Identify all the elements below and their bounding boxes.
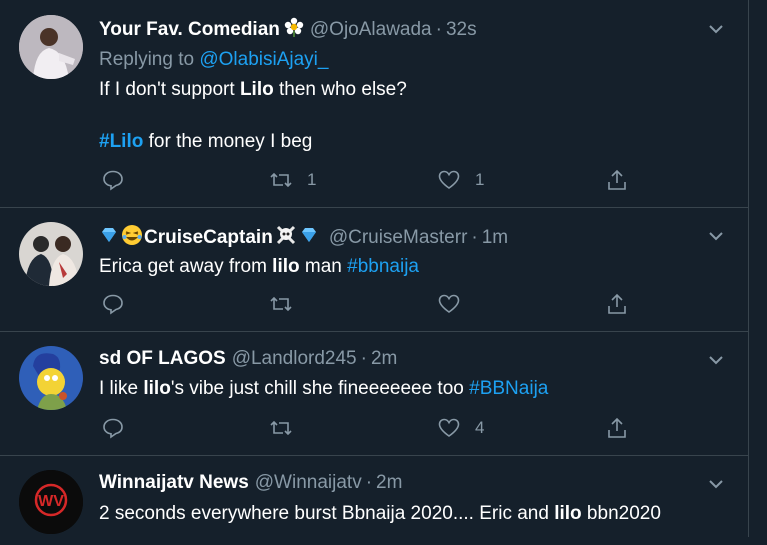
chevron-down-icon[interactable]: [706, 19, 726, 39]
tweet-actions: [99, 291, 639, 317]
retweet-button[interactable]: [269, 291, 307, 317]
separator-dot: ·: [471, 227, 478, 248]
hashtag-link[interactable]: #bbnaija: [347, 256, 419, 277]
tweet[interactable]: WV Winnaijatv News @Winnaijatv · 2m 2 se…: [0, 455, 748, 545]
retweet-icon: [270, 172, 292, 188]
replying-handle-link[interactable]: @OlabisiAjayi_: [199, 49, 328, 70]
retweet-button[interactable]: [269, 415, 307, 441]
squinting-face-emoji: [121, 224, 143, 252]
text-bold: lilo: [143, 378, 171, 399]
share-icon: [608, 293, 626, 314]
share-button[interactable]: [605, 167, 629, 193]
tweet-text: 2 seconds everywhere burst Bbnaija 2020.…: [99, 503, 661, 525]
reply-button[interactable]: [101, 415, 125, 441]
share-icon: [608, 169, 626, 190]
tweet-header: sd OF LAGOS @Landlord245 · 2m: [99, 348, 688, 370]
replying-to: Replying to @OlabisiAjayi_: [99, 49, 328, 71]
separator-dot: ·: [365, 472, 373, 493]
reply-button[interactable]: [101, 291, 125, 317]
hashtag-link[interactable]: #BBNaija: [469, 378, 548, 399]
text-segment: then who else?: [273, 79, 407, 100]
tweet[interactable]: sd OF LAGOS @Landlord245 · 2m I like lil…: [0, 331, 748, 456]
tweet-header: CruiseCaptain @CruiseMasterr · 1m: [99, 224, 688, 252]
tweet-actions: 4: [99, 415, 639, 441]
hashtag-link[interactable]: #Lilo: [99, 131, 143, 152]
reply-icon: [103, 294, 123, 315]
avatar[interactable]: [19, 222, 83, 286]
timestamp[interactable]: 2m: [371, 348, 397, 370]
scrollbar-track[interactable]: [748, 0, 767, 537]
tweet[interactable]: Your Fav. Comedian @OjoAlawada · 32s Rep…: [0, 0, 748, 208]
text-bold: lilo: [272, 256, 300, 277]
separator-dot: ·: [360, 348, 367, 369]
retweet-count: 1: [307, 170, 317, 189]
like-count: 1: [475, 170, 485, 189]
heart-icon: [438, 418, 460, 437]
user-handle[interactable]: @CruiseMasterr: [329, 227, 468, 249]
share-icon: [608, 417, 626, 438]
chevron-down-icon[interactable]: [706, 350, 726, 370]
like-count: 4: [475, 418, 485, 437]
user-handle[interactable]: @Winnaijatv: [255, 472, 362, 494]
tweet-actions: 1 1: [99, 167, 639, 193]
chevron-down-icon[interactable]: [706, 474, 726, 494]
chevron-down-icon[interactable]: [706, 226, 726, 246]
text-bold: lilo: [554, 503, 582, 524]
like-button[interactable]: 4: [437, 415, 484, 441]
tweet-text: I like lilo's vibe just chill she fineee…: [99, 378, 548, 400]
reply-icon: [103, 170, 123, 191]
text-segment: man: [299, 256, 348, 277]
display-name[interactable]: Winnaijatv News: [99, 472, 249, 494]
avatar-photo: [19, 15, 83, 79]
gem-emoji: [299, 225, 319, 251]
text-segment: bbn2020: [581, 503, 661, 524]
avatar-photo: [19, 222, 83, 286]
text-bold: Lilo: [239, 79, 274, 100]
reply-button[interactable]: [101, 167, 125, 193]
display-name[interactable]: sd OF LAGOS: [99, 348, 226, 370]
heart-icon: [438, 294, 460, 313]
skull-crossbones-emoji: [275, 224, 297, 252]
retweet-icon: [270, 296, 292, 312]
avatar-photo: [19, 346, 83, 410]
retweet-icon: [270, 420, 292, 436]
tweet[interactable]: CruiseCaptain @CruiseMasterr · 1m Erica …: [0, 207, 748, 332]
share-button[interactable]: [605, 291, 629, 317]
timestamp[interactable]: 1m: [482, 227, 508, 249]
user-handle[interactable]: @Landlord245: [232, 348, 357, 370]
like-button[interactable]: [437, 291, 475, 317]
display-name[interactable]: CruiseCaptain: [144, 227, 273, 249]
tweet-header: Your Fav. Comedian @OjoAlawada · 32s: [99, 17, 688, 43]
text-segment: If I don't support: [99, 79, 240, 100]
timeline-feed: Your Fav. Comedian @OjoAlawada · 32s Rep…: [0, 0, 748, 537]
gem-emoji: [99, 225, 119, 251]
timestamp[interactable]: 2m: [376, 472, 402, 494]
tweet-text: Erica get away from lilo man #bbnaija: [99, 256, 419, 278]
tweet-header: Winnaijatv News @Winnaijatv · 2m: [99, 472, 688, 494]
user-handle[interactable]: @OjoAlawada: [310, 19, 432, 41]
tweet-text-line: If I don't support Lilo then who else?: [99, 79, 407, 101]
separator-dot: ·: [435, 19, 442, 40]
logo-text: WV: [38, 493, 64, 510]
retweet-button[interactable]: 1: [269, 167, 316, 193]
flower-emoji: [284, 17, 304, 43]
text-segment: 2 seconds everywhere burst Bbnaija 2020.…: [99, 503, 555, 524]
like-button[interactable]: 1: [437, 167, 484, 193]
avatar[interactable]: [19, 15, 83, 79]
avatar[interactable]: [19, 346, 83, 410]
reply-icon: [103, 418, 123, 439]
text-segment: I like: [99, 378, 144, 399]
winnaijatv-logo: WV: [19, 470, 83, 534]
avatar[interactable]: WV: [19, 470, 83, 534]
text-segment: 's vibe just chill she fineeeeeee too: [170, 378, 470, 399]
text-segment: Erica get away from: [99, 256, 273, 277]
share-button[interactable]: [605, 415, 629, 441]
display-name[interactable]: Your Fav. Comedian: [99, 19, 280, 41]
heart-icon: [438, 170, 460, 189]
tweet-text-line: #Lilo for the money I beg: [99, 131, 312, 153]
replying-prefix: Replying to: [99, 49, 195, 70]
timestamp[interactable]: 32s: [446, 19, 477, 41]
text-segment: for the money I beg: [143, 131, 313, 152]
